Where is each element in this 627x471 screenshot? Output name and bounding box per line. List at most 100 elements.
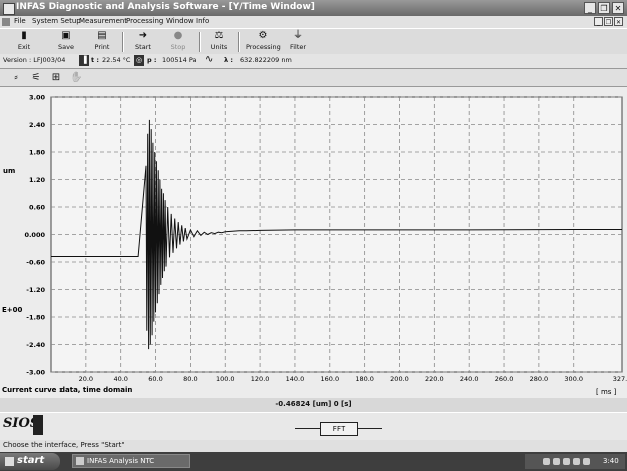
door-icon: ▮ xyxy=(21,30,27,41)
menu-measurement[interactable]: Measurement xyxy=(79,17,127,25)
zoom-y-icon[interactable]: ⚟ xyxy=(30,72,42,84)
wave-icon: ∿ xyxy=(205,54,214,65)
pressure-label: p : xyxy=(147,56,157,64)
toolbar-separator xyxy=(122,32,124,52)
mdi-minimize-button[interactable]: _ xyxy=(594,17,603,26)
units-button[interactable]: ⚖ Units xyxy=(206,30,232,53)
printer-icon: ▤ xyxy=(97,30,107,41)
units-icon: ⚖ xyxy=(214,30,224,41)
tray-icon[interactable] xyxy=(553,458,560,465)
toolbar: ▮ Exit ▣ Save ▤ Print ➜ Start ● Stop ⚖ U… xyxy=(0,28,627,55)
restore-button[interactable]: ❐ xyxy=(598,2,610,14)
x-tick-label: 80.0 xyxy=(183,375,197,383)
taskbar-item-infas[interactable]: INFAS Analysis NTC xyxy=(72,454,190,468)
filter-button[interactable]: ⏚ Filter xyxy=(285,30,311,53)
x-tick-label: 140.0 xyxy=(286,375,305,383)
minimize-button[interactable]: _ xyxy=(584,2,596,14)
mdi-restore-button[interactable]: ❐ xyxy=(604,17,613,26)
tray-icon[interactable] xyxy=(573,458,580,465)
tray-icon[interactable] xyxy=(543,458,550,465)
y-tick-label: -2.40 xyxy=(26,341,45,349)
filter-icon: ⏚ xyxy=(293,30,303,41)
y-tick-label: -1.20 xyxy=(26,286,45,294)
x-tick-label: 220.0 xyxy=(425,375,444,383)
toolbar-separator xyxy=(199,32,201,52)
processing-icon: ⚙ xyxy=(258,30,268,41)
menu-info[interactable]: Info xyxy=(196,17,209,25)
x-tick-label: 260.0 xyxy=(495,375,514,383)
current-curve-value: data, time domain xyxy=(60,386,132,394)
y-tick-label: -1.80 xyxy=(26,314,45,322)
menu-system-setup[interactable]: System Setup xyxy=(32,17,81,25)
y-tick-label: -0.60 xyxy=(26,259,45,267)
flow-arrow-in xyxy=(295,428,320,429)
x-tick-label: 20.0 xyxy=(79,375,93,383)
x-tick-label: 40.0 xyxy=(113,375,127,383)
pressure-value: 100514 Pa xyxy=(162,56,197,64)
taskbar: start INFAS Analysis NTC 3:40 xyxy=(0,452,627,471)
y-time-chart[interactable]: 3.00 2.40 1.80 1.20 0.60 0.000 -0.60 -1.20 -1.80… xyxy=(0,87,627,398)
menu-file[interactable]: File xyxy=(14,17,26,25)
y-tick-label: 1.20 xyxy=(29,176,46,184)
clock: 3:40 xyxy=(603,457,619,465)
hand-icon[interactable]: ✋ xyxy=(70,72,82,84)
processing-label: Processing xyxy=(246,43,281,51)
logo-bar: SIOS FFT xyxy=(0,412,627,442)
x-tick-label: 160.0 xyxy=(320,375,339,383)
cursor-icon[interactable]: ⸗ xyxy=(10,72,22,84)
x-tick-label: 120.0 xyxy=(251,375,270,383)
environment-info-bar: Version : LFJ003/04 ▐ t : 22.54 °C ◎ p :… xyxy=(0,54,627,69)
chart-toolbar: ⸗ ⚟ ⊞ ✋ xyxy=(0,69,627,87)
menu-bar: File System Setup Measurement Processing… xyxy=(0,16,627,28)
chart-canvas: 3.00 2.40 1.80 1.20 0.60 0.000 -0.60 -1.20 -1.80… xyxy=(2,94,627,397)
stop-label: Stop xyxy=(170,43,186,51)
print-label: Print xyxy=(94,43,110,51)
save-label: Save xyxy=(58,43,74,51)
status-message: Choose the interface, Press "Start" xyxy=(3,441,125,449)
filter-label: Filter xyxy=(289,43,307,51)
tray-icon[interactable] xyxy=(563,458,570,465)
arrow-right-icon: ➜ xyxy=(138,30,148,41)
grid-icon[interactable]: ⊞ xyxy=(50,72,62,84)
x-tick-label: 300.0 xyxy=(564,375,583,383)
y-tick-label: 0.60 xyxy=(29,204,46,212)
menu-window[interactable]: Window xyxy=(166,17,194,25)
stop-button[interactable]: ● Stop xyxy=(165,30,191,53)
floppy-icon: ▣ xyxy=(61,30,71,41)
title-bar: INFAS Diagnostic and Analysis Software -… xyxy=(0,0,627,16)
x-axis-unit: [ ms ] xyxy=(596,388,617,396)
y-tick-label: 2.40 xyxy=(29,121,46,129)
thermometer-icon: ▐ xyxy=(79,55,89,66)
cursor-readout: -0.46824 [um] 0 [s] xyxy=(275,400,352,408)
x-tick-label: 327.7 xyxy=(613,375,627,383)
processing-button[interactable]: ⚙ Processing xyxy=(246,30,281,53)
start-menu-button[interactable]: start xyxy=(0,453,60,470)
current-curve-label: Current curve : xyxy=(2,386,62,394)
y-tick-label: 1.80 xyxy=(29,149,46,157)
x-tick-label: 100.0 xyxy=(216,375,235,383)
units-label: Units xyxy=(210,43,228,51)
close-button[interactable]: ✕ xyxy=(612,2,624,14)
temperature-label: t : xyxy=(91,56,99,64)
x-tick-label: 180.0 xyxy=(355,375,374,383)
y-tick-label: -3.00 xyxy=(26,369,45,377)
y-exponent-label: E+00 xyxy=(2,306,23,314)
temperature-value: 22.54 °C xyxy=(102,56,131,64)
stop-icon: ● xyxy=(173,30,183,41)
x-tick-label: 240.0 xyxy=(460,375,479,383)
start-measurement-button[interactable]: ➜ Start xyxy=(130,30,156,53)
wavelength-value: 632.822209 nm xyxy=(240,56,292,64)
window-title: INFAS Diagnostic and Analysis Software -… xyxy=(16,2,315,12)
menu-processing[interactable]: Processing xyxy=(126,17,163,25)
fft-block[interactable]: FFT xyxy=(320,422,358,436)
x-tick-label: 280.0 xyxy=(530,375,549,383)
mdi-close-button[interactable]: ✕ xyxy=(614,17,623,26)
version-text: Version : LFJ003/04 xyxy=(3,56,66,64)
tray-icon[interactable] xyxy=(583,458,590,465)
save-button[interactable]: ▣ Save xyxy=(53,30,79,53)
wavelength-label: λ : xyxy=(224,56,233,64)
exit-label: Exit xyxy=(17,43,31,51)
start-label: Start xyxy=(135,43,151,51)
print-button[interactable]: ▤ Print xyxy=(89,30,115,53)
exit-button[interactable]: ▮ Exit xyxy=(11,30,37,53)
